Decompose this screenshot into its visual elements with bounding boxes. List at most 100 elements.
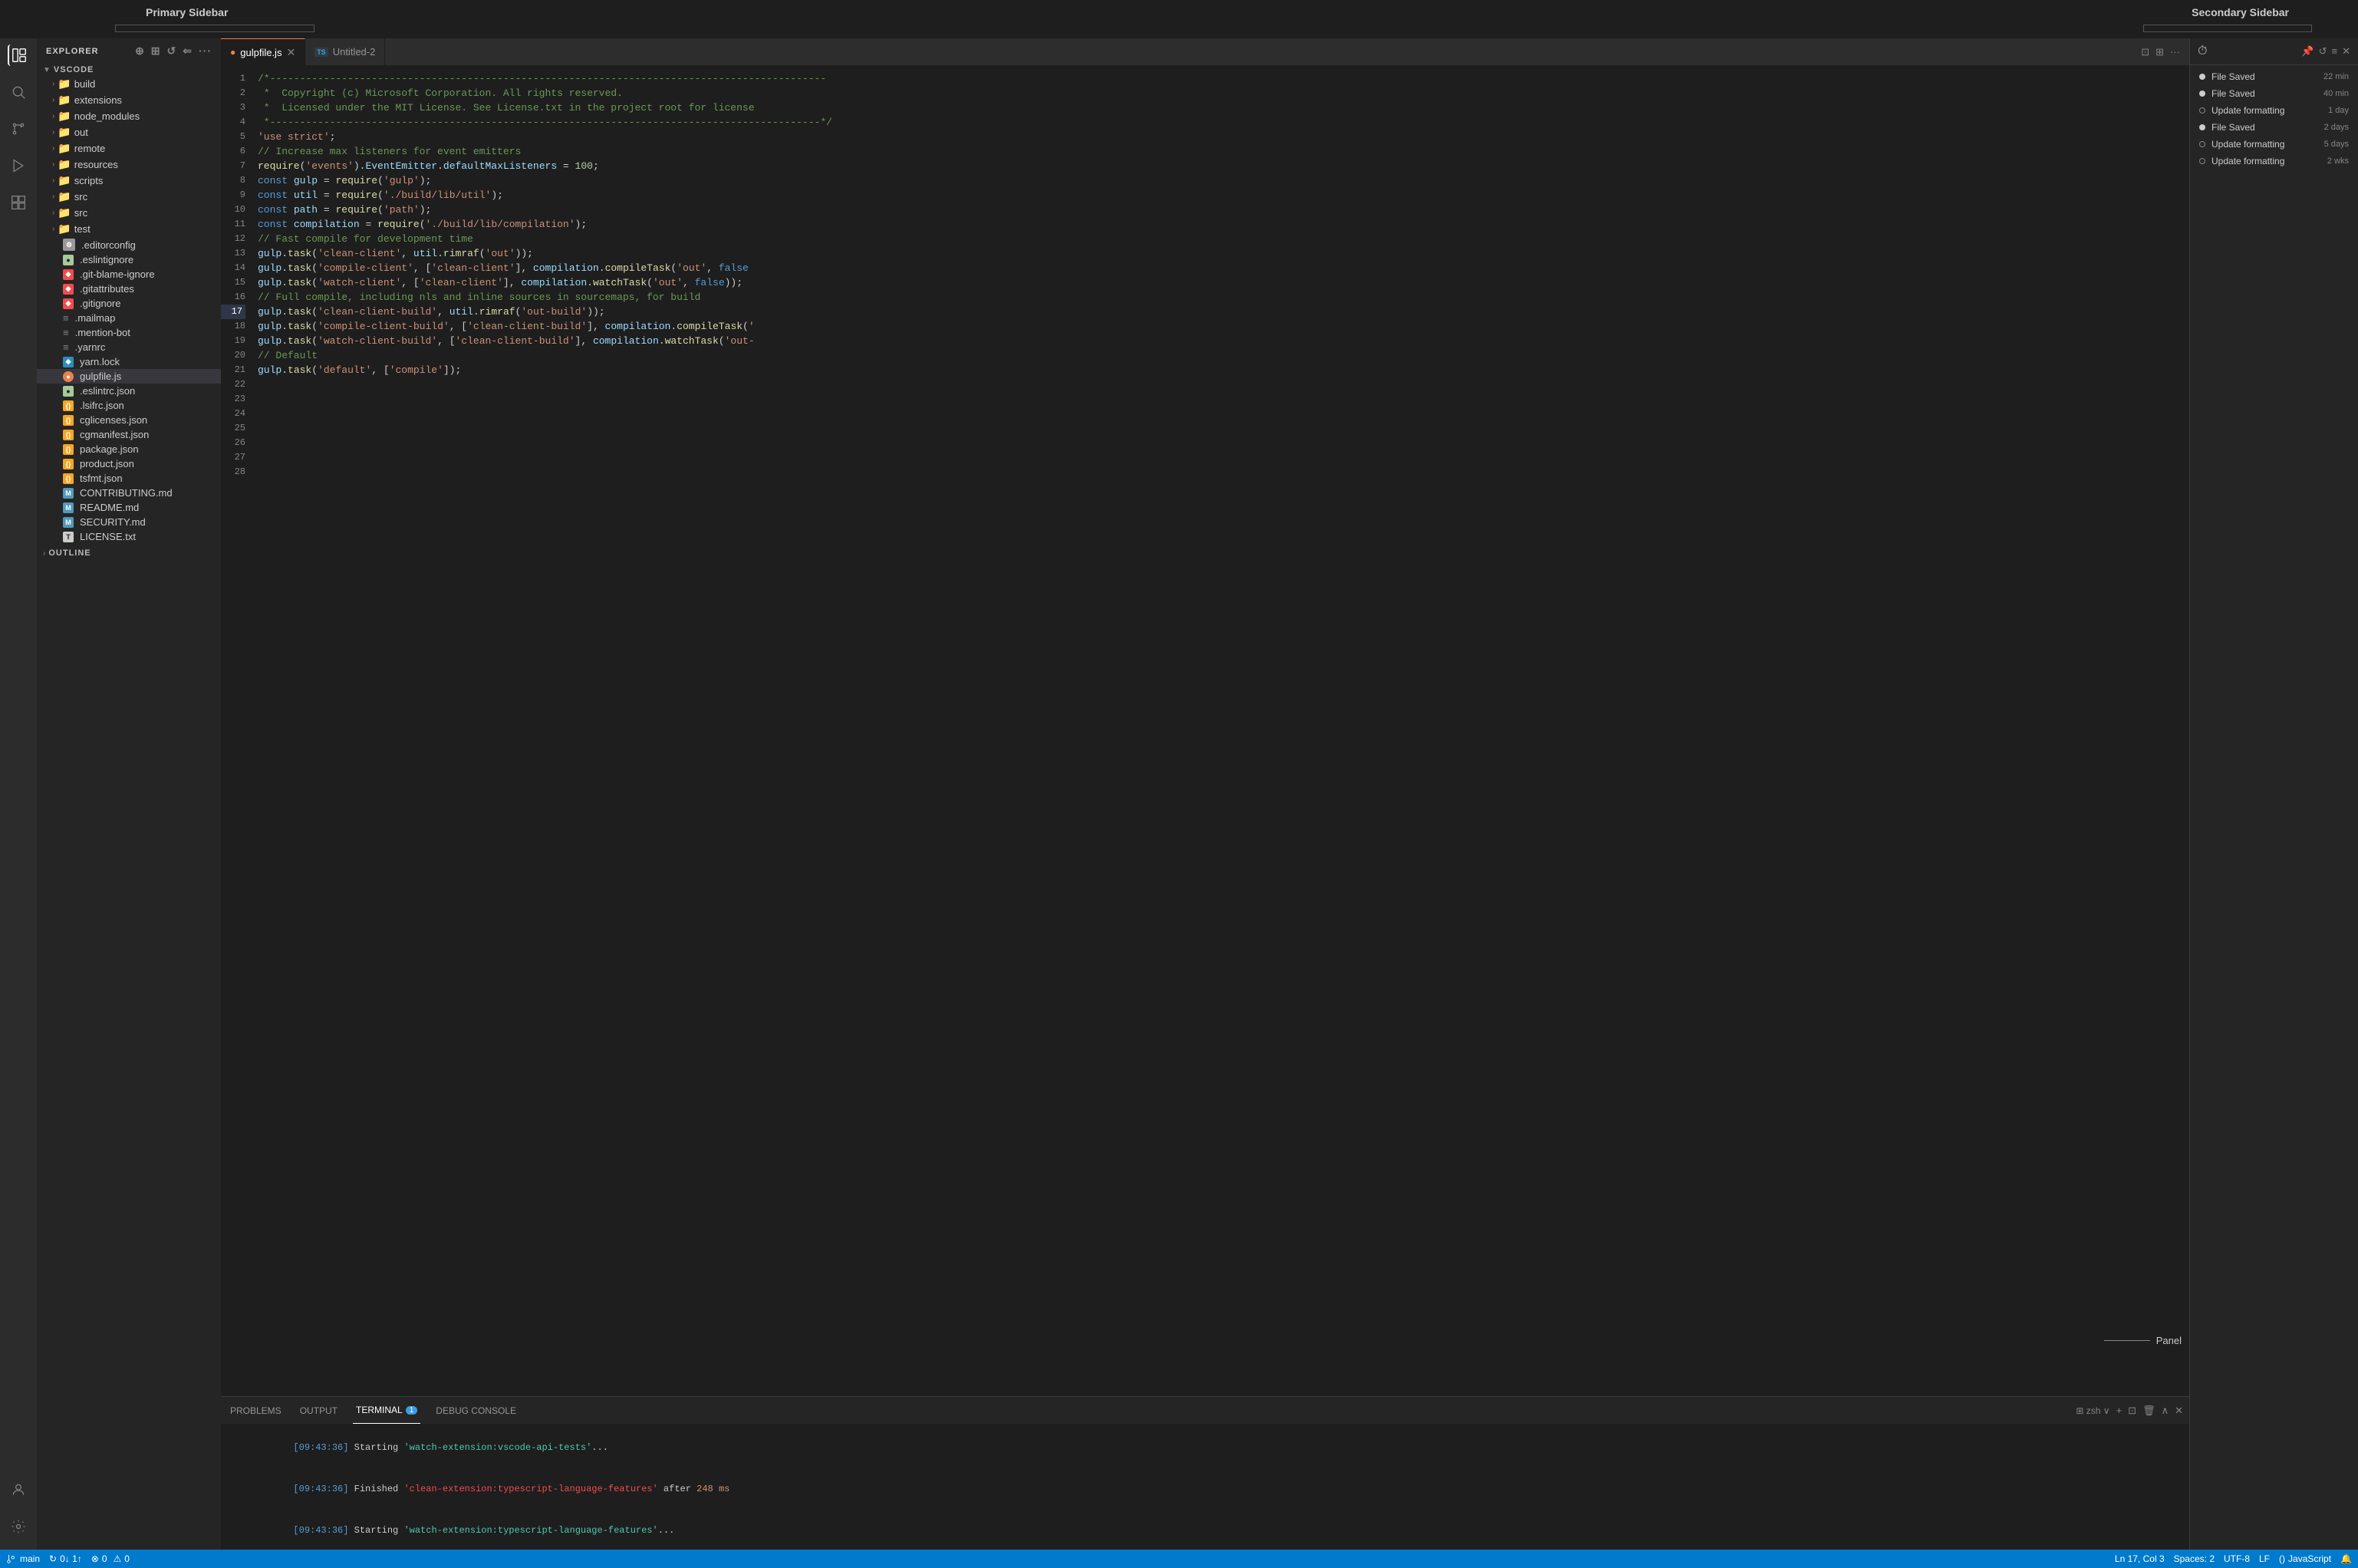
tree-file-git-blame-ignore[interactable]: ◆ .git-blame-ignore bbox=[37, 267, 221, 282]
timeline-item-4[interactable]: File Saved 2 days bbox=[2190, 119, 2358, 136]
tree-folder-scripts[interactable]: › 📁 scripts bbox=[37, 173, 221, 189]
pin-icon[interactable]: 📌 bbox=[2301, 45, 2314, 58]
tab-close-gulpfile[interactable]: ✕ bbox=[286, 46, 295, 59]
tree-folder-extensions[interactable]: › 📁 extensions bbox=[37, 92, 221, 108]
tree-file-lsifrc-json[interactable]: {} .lsifrc.json bbox=[37, 398, 221, 413]
timeline-time-6: 2 wks bbox=[2327, 156, 2349, 166]
search-icon[interactable] bbox=[8, 81, 29, 103]
timeline-item-2[interactable]: File Saved 40 min bbox=[2190, 85, 2358, 102]
tab-output[interactable]: OUTPUT bbox=[297, 1397, 341, 1424]
line-ending[interactable]: LF bbox=[2259, 1553, 2270, 1564]
timeline-item-3[interactable]: Update formatting 1 day bbox=[2190, 102, 2358, 119]
status-bar-left: main ↻ 0↓ 1↑ ⊗ 0 ⚠ 0 bbox=[6, 1553, 130, 1564]
tab-gulpfile[interactable]: ● gulpfile.js ✕ bbox=[221, 38, 305, 65]
tree-file-yarnrc[interactable]: ≡ .yarnrc bbox=[37, 340, 221, 354]
trash-terminal-icon[interactable]: 🗑 bbox=[2142, 1405, 2155, 1417]
refresh-icon[interactable]: ↺ bbox=[167, 44, 177, 58]
status-bar: main ↻ 0↓ 1↑ ⊗ 0 ⚠ 0 Ln 17, Col 3 Spaces… bbox=[0, 1550, 2358, 1568]
timeline-dot-3 bbox=[2199, 107, 2205, 114]
tree-file-tsfmt-json[interactable]: {} tsfmt.json bbox=[37, 471, 221, 486]
tree-file-readme-md[interactable]: M README.md bbox=[37, 500, 221, 515]
git-branch[interactable]: main bbox=[6, 1553, 40, 1564]
tree-file-cgmanifest-json[interactable]: {} cgmanifest.json bbox=[37, 427, 221, 442]
timeline-item-1[interactable]: File Saved 22 min bbox=[2190, 68, 2358, 85]
tree-file-yarn-lock[interactable]: ◆ yarn.lock bbox=[37, 354, 221, 369]
tree-file-mailmap[interactable]: ≡ .mailmap bbox=[37, 311, 221, 325]
run-debug-icon[interactable] bbox=[8, 155, 29, 176]
file-encoding[interactable]: UTF-8 bbox=[2224, 1553, 2250, 1564]
timeline-time-2: 40 min bbox=[2323, 89, 2349, 98]
error-count: 0 bbox=[102, 1553, 107, 1564]
tree-folder-test[interactable]: › 📁 test bbox=[37, 221, 221, 237]
tree-file-package-json[interactable]: {} package.json bbox=[37, 442, 221, 456]
new-file-icon[interactable]: ⊕ bbox=[135, 44, 145, 58]
timeline-time-1: 22 min bbox=[2323, 72, 2349, 81]
code-editor[interactable]: 12345 678910 1112131415 1617 1819202122 … bbox=[221, 65, 2189, 1396]
refresh-timeline-icon[interactable]: ↺ bbox=[2319, 45, 2327, 58]
close-panel-icon[interactable]: ✕ bbox=[2175, 1405, 2183, 1417]
tree-folder-src-2[interactable]: › 📁 src bbox=[37, 205, 221, 221]
filter-timeline-icon[interactable]: ≡ bbox=[2332, 45, 2338, 58]
tree-file-eslintrc-json[interactable]: ● .eslintrc.json bbox=[37, 384, 221, 398]
tree-folder-remote[interactable]: › 📁 remote bbox=[37, 140, 221, 156]
tree-file-editorconfig[interactable]: ⚙ .editorconfig bbox=[37, 237, 221, 252]
new-terminal-icon[interactable]: + bbox=[2116, 1405, 2123, 1416]
tree-file-cglicenses-json[interactable]: {} cglicenses.json bbox=[37, 413, 221, 427]
tree-file-gulpfile[interactable]: ● gulpfile.js bbox=[37, 369, 221, 384]
sync-icon: ↻ bbox=[49, 1553, 57, 1564]
tree-file-security-md[interactable]: M SECURITY.md bbox=[37, 515, 221, 529]
tree-folder-out[interactable]: › 📁 out bbox=[37, 124, 221, 140]
tree-file-license-txt[interactable]: T LICENSE.txt bbox=[37, 529, 221, 544]
account-icon[interactable] bbox=[8, 1479, 29, 1500]
tree-folder-node-modules[interactable]: › 📁 node_modules bbox=[37, 108, 221, 124]
line-numbers: 12345 678910 1112131415 1617 1819202122 … bbox=[221, 65, 252, 1396]
terminal-shell-selector[interactable]: ⊞ zsh ∨ bbox=[2076, 1405, 2109, 1416]
cursor-position[interactable]: Ln 17, Col 3 bbox=[2115, 1553, 2165, 1564]
terminal-content[interactable]: [09:43:36] Starting 'watch-extension:vsc… bbox=[221, 1424, 2189, 1550]
indent-spaces[interactable]: Spaces: 2 bbox=[2174, 1553, 2215, 1564]
split-editor-icon[interactable]: ⊡ bbox=[2141, 46, 2149, 58]
settings-icon[interactable] bbox=[8, 1516, 29, 1537]
tab-untitled-2[interactable]: TS Untitled-2 bbox=[305, 38, 385, 65]
source-control-icon[interactable] bbox=[8, 118, 29, 140]
collapse-icon[interactable]: ⇐ bbox=[183, 44, 193, 58]
new-folder-icon[interactable]: ⊞ bbox=[151, 44, 161, 58]
sync-count: 0↓ 1↑ bbox=[60, 1553, 82, 1564]
tree-file-eslintignore[interactable]: ● .eslintignore bbox=[37, 252, 221, 267]
tree-folder-resources[interactable]: › 📁 resources bbox=[37, 156, 221, 173]
split-terminal-icon[interactable]: ⊡ bbox=[2128, 1405, 2136, 1417]
more-actions-icon[interactable]: ··· bbox=[199, 44, 212, 58]
error-status[interactable]: ⊗ 0 ⚠ 0 bbox=[91, 1553, 130, 1564]
panel-label-annotation: Panel bbox=[2104, 1335, 2182, 1346]
panel: PROBLEMS OUTPUT TERMINAL 1 DEBUG CONSOLE… bbox=[221, 1396, 2189, 1550]
terminal-line-1: [09:43:36] Starting 'watch-extension:vsc… bbox=[227, 1427, 2183, 1468]
tree-file-contributing-md[interactable]: M CONTRIBUTING.md bbox=[37, 486, 221, 500]
language-mode[interactable]: () JavaScript bbox=[2279, 1553, 2331, 1564]
tree-folder-build[interactable]: › 📁 build bbox=[37, 76, 221, 92]
tree-file-product-json[interactable]: {} product.json bbox=[37, 456, 221, 471]
tree-file-gitattributes[interactable]: ◆ .gitattributes bbox=[37, 282, 221, 296]
tab-problems[interactable]: PROBLEMS bbox=[227, 1397, 285, 1424]
secondary-sidebar: ⏱ 📌 ↺ ≡ ✕ File Saved 22 min File Saved 4… bbox=[2189, 38, 2358, 1550]
more-icon[interactable]: ··· bbox=[2170, 46, 2180, 58]
notifications-icon[interactable]: 🔔 bbox=[2340, 1553, 2352, 1564]
timeline-item-5[interactable]: Update formatting 5 days bbox=[2190, 136, 2358, 153]
collapse-panel-icon[interactable]: ∧ bbox=[2162, 1405, 2169, 1417]
tree-folder-src-1[interactable]: › 📁 src bbox=[37, 189, 221, 205]
extensions-icon[interactable] bbox=[8, 192, 29, 213]
code-content: /*--------------------------------------… bbox=[252, 65, 2189, 1396]
timeline-label-5: Update formatting bbox=[2211, 139, 2318, 150]
tree-file-gitignore[interactable]: ◆ .gitignore bbox=[37, 296, 221, 311]
tree-outline-section[interactable]: › OUTLINE bbox=[37, 547, 221, 559]
encoding-text: UTF-8 bbox=[2224, 1553, 2250, 1564]
explorer-icon[interactable] bbox=[8, 44, 29, 66]
close-secondary-icon[interactable]: ✕ bbox=[2342, 45, 2350, 58]
sync-status[interactable]: ↻ 0↓ 1↑ bbox=[49, 1553, 82, 1564]
tree-file-mention-bot[interactable]: ≡ .mention-bot bbox=[37, 325, 221, 340]
tab-terminal[interactable]: TERMINAL 1 bbox=[353, 1397, 420, 1424]
tree-root-vscode[interactable]: ▼ VSCODE bbox=[37, 64, 221, 76]
layout-icon[interactable]: ⊞ bbox=[2155, 46, 2164, 58]
branch-name: main bbox=[20, 1553, 40, 1564]
tab-debug-console[interactable]: DEBUG CONSOLE bbox=[433, 1397, 519, 1424]
timeline-item-6[interactable]: Update formatting 2 wks bbox=[2190, 153, 2358, 170]
